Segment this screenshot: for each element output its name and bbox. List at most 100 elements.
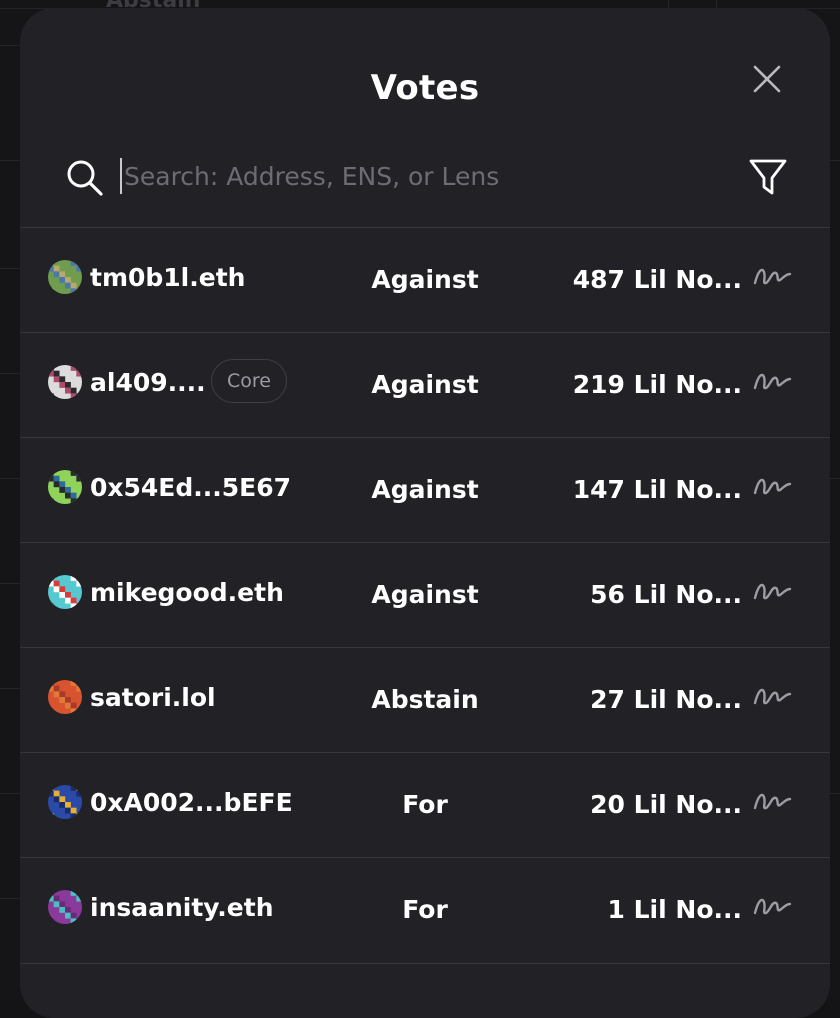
avatar-pixel (65, 487, 71, 493)
avatar-pixel (59, 586, 66, 593)
voter-name[interactable]: 0x54Ed...5E67 (90, 473, 291, 502)
avatar-pixel (53, 475, 60, 482)
table-row[interactable]: 0x54Ed...5E67 Against 147 Lil No... (20, 437, 830, 542)
table-row[interactable]: satori.lol Abstain 27 Lil No... (20, 647, 830, 752)
avatar-pixel (70, 470, 77, 476)
avatar-pixel (48, 685, 54, 692)
background-divider (0, 583, 20, 584)
avatar-pixel (65, 912, 71, 919)
search-icon (67, 160, 103, 196)
table-row[interactable]: al409.... Core Against 219 Lil No... (20, 332, 830, 437)
avatar-pixel (48, 288, 54, 294)
signature-icon[interactable] (752, 684, 792, 708)
avatar-pixel (59, 592, 66, 598)
search-bar (20, 146, 830, 230)
avatar (48, 260, 82, 294)
vote-amount: 27 Lil No... (590, 685, 742, 714)
avatar-pixel (59, 376, 66, 383)
vote-choice: For (402, 790, 448, 819)
avatar-pixel (76, 365, 82, 371)
table-row[interactable]: tm0b1l.eth Against 487 Lil No... (20, 227, 830, 332)
avatar-pixel (48, 370, 54, 377)
avatar-pixel (59, 802, 66, 808)
avatar-pixel (53, 481, 60, 488)
background-divider (716, 0, 717, 8)
avatar-pixel (70, 492, 77, 499)
avatar-pixel (70, 890, 77, 896)
avatar-pixel (76, 260, 82, 266)
signature-icon[interactable] (752, 894, 792, 918)
voter-name[interactable]: mikegood.eth (90, 578, 284, 607)
avatar-pixel (48, 918, 54, 924)
avatar-pixel (59, 487, 66, 493)
avatar-pixel (53, 895, 60, 902)
avatar-pixel (59, 382, 66, 388)
signature-icon[interactable] (752, 369, 792, 393)
voter-name[interactable]: tm0b1l.eth (90, 263, 245, 292)
voter-name[interactable]: insaanity.eth (90, 893, 274, 922)
background-divider (668, 0, 669, 8)
voter-name[interactable]: al409.... (90, 368, 206, 397)
avatar-pixel (53, 691, 60, 698)
avatar-pixel (76, 680, 82, 686)
avatar-pixel (70, 708, 77, 714)
close-button[interactable] (748, 60, 786, 98)
table-row[interactable]: 0xA002...bEFE For 20 Lil No... (20, 752, 830, 857)
vote-choice: Against (371, 265, 479, 294)
avatar-pixel (70, 785, 77, 791)
voter-name[interactable]: satori.lol (90, 683, 216, 712)
avatar-pixel (59, 481, 66, 488)
avatar-pixel (48, 265, 54, 272)
avatar-pixel (59, 901, 66, 908)
modal-title: Votes (370, 68, 480, 108)
avatar-pixel (65, 387, 71, 394)
avatar-pixel (59, 691, 66, 698)
signature-icon[interactable] (752, 264, 792, 288)
signature-icon[interactable] (752, 474, 792, 498)
avatar-pixel (65, 907, 71, 913)
background-divider (0, 478, 20, 479)
votes-list: tm0b1l.eth Against 487 Lil No... al409..… (20, 227, 830, 962)
avatar-pixel (70, 597, 77, 604)
background-divider (0, 160, 20, 161)
signature-icon[interactable] (752, 579, 792, 603)
avatar-pixel (76, 498, 82, 504)
avatar-pixel (48, 365, 54, 371)
avatar-pixel (70, 365, 77, 371)
table-row[interactable] (20, 963, 830, 1018)
close-icon (753, 65, 781, 93)
avatar-pixel (59, 796, 66, 803)
avatar-pixel (59, 271, 66, 278)
avatar-pixel (70, 575, 77, 581)
avatar-pixel (48, 393, 54, 399)
vote-amount: 20 Lil No... (590, 790, 742, 819)
avatar-pixel (76, 785, 82, 791)
vote-choice: Against (371, 370, 479, 399)
table-row[interactable]: insaanity.eth For 1 Lil No... (20, 857, 830, 962)
avatar-pixel (53, 376, 60, 383)
avatar-pixel (70, 680, 77, 686)
avatar-pixel (65, 277, 71, 283)
signature-icon[interactable] (752, 789, 792, 813)
avatar-pixel (59, 907, 66, 913)
avatar (48, 365, 82, 399)
avatar-pixel (76, 685, 82, 692)
avatar-pixel (65, 807, 71, 814)
table-row[interactable]: mikegood.eth Against 56 Lil No... (20, 542, 830, 647)
filter-icon[interactable] (748, 156, 788, 198)
vote-amount: 1 Lil No... (607, 895, 742, 924)
avatar-pixel (48, 813, 54, 819)
avatar-pixel (76, 890, 82, 896)
search-input[interactable] (120, 158, 684, 194)
avatar-pixel (53, 901, 60, 908)
avatar-pixel (65, 802, 71, 808)
vote-amount: 487 Lil No... (572, 265, 742, 294)
avatar-pixel (48, 470, 54, 476)
status-badge: Core (211, 359, 287, 403)
avatar-pixel (76, 895, 82, 902)
background-divider (0, 373, 20, 374)
avatar-pixel (65, 702, 71, 709)
avatar-pixel (48, 580, 54, 587)
voter-name[interactable]: 0xA002...bEFE (90, 788, 293, 817)
avatar-pixel (65, 697, 71, 703)
